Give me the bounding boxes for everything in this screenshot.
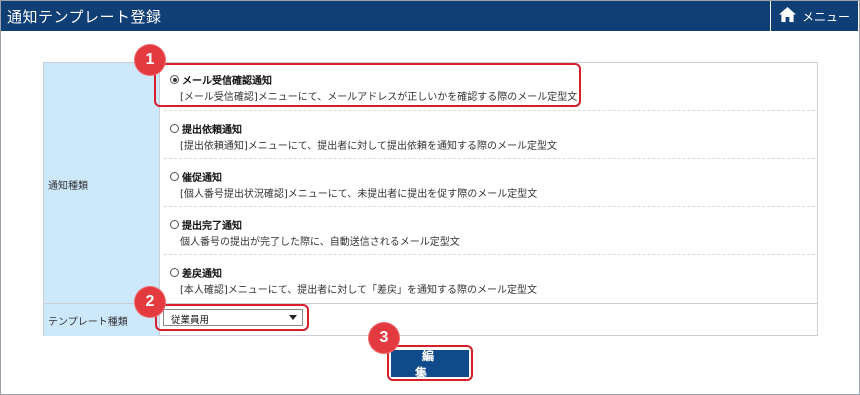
radio-option-submit-complete[interactable]: 提出完了通知 個人番号の提出が完了した際に、自動送信されるメール定型文: [160, 207, 819, 255]
radio-option-desc: [個人番号提出状況確認]メニューにて、未提出者に提出を促す際のメール定型文: [180, 189, 538, 200]
radio-button[interactable]: [170, 172, 179, 181]
page-header: 通知テンプレート登録 メニュー: [1, 1, 858, 31]
radio-option-desc: [提出依頼通知]メニューにて、提出者に対して提出依頼を通知する際のメール定型文: [180, 141, 558, 152]
radio-option-desc: [本人確認]メニューにて、提出者に対して「差戻」を通知する際のメール定型文: [180, 285, 538, 296]
radio-option-return[interactable]: 差戻通知 [本人確認]メニューにて、提出者に対して「差戻」を通知する際のメール定…: [160, 255, 819, 303]
notification-kind-label: 通知種類: [48, 181, 88, 192]
radio-option-title: 催促通知: [182, 173, 222, 184]
radio-option-mail-confirm[interactable]: メール受信確認通知 [メール受信確認]メニューにて、メールアドレスが正しいかを確…: [160, 63, 819, 111]
radio-button[interactable]: [170, 220, 179, 229]
radio-button[interactable]: [170, 75, 179, 84]
radio-option-title: 提出依頼通知: [182, 125, 242, 136]
notification-kind-header: 通知種類: [44, 63, 160, 303]
page-title: 通知テンプレート登録: [7, 8, 162, 26]
radio-option-submit-request[interactable]: 提出依頼通知 [提出依頼通知]メニューにて、提出者に対して提出依頼を通知する際の…: [160, 111, 819, 159]
radio-option-title: 提出完了通知: [182, 221, 242, 232]
home-icon: [778, 6, 796, 26]
radio-option-title: メール受信確認通知: [182, 76, 272, 87]
template-kind-select[interactable]: 従業員用: [163, 309, 303, 326]
edit-button[interactable]: 編集: [391, 349, 469, 380]
template-kind-label: テンプレート種類: [48, 317, 128, 328]
callout-badge-1: 1: [135, 45, 165, 75]
radio-option-title: 差戻通知: [182, 269, 222, 280]
radio-button[interactable]: [170, 124, 179, 133]
radio-option-reminder[interactable]: 催促通知 [個人番号提出状況確認]メニューにて、未提出者に提出を促す際のメール定…: [160, 159, 819, 207]
callout-badge-3: 3: [369, 323, 399, 353]
menu-label: メニュー: [801, 9, 850, 24]
radio-button[interactable]: [170, 268, 179, 277]
template-kind-value: 従業員用: [171, 315, 210, 326]
menu-button[interactable]: メニュー: [770, 1, 858, 31]
callout-badge-2: 2: [135, 287, 165, 317]
radio-option-desc: 個人番号の提出が完了した際に、自動送信されるメール定型文: [180, 237, 460, 248]
chevron-down-icon: [289, 315, 297, 320]
radio-option-desc: [メール受信確認]メニューにて、メールアドレスが正しいかを確認する際のメール定型…: [180, 92, 578, 103]
